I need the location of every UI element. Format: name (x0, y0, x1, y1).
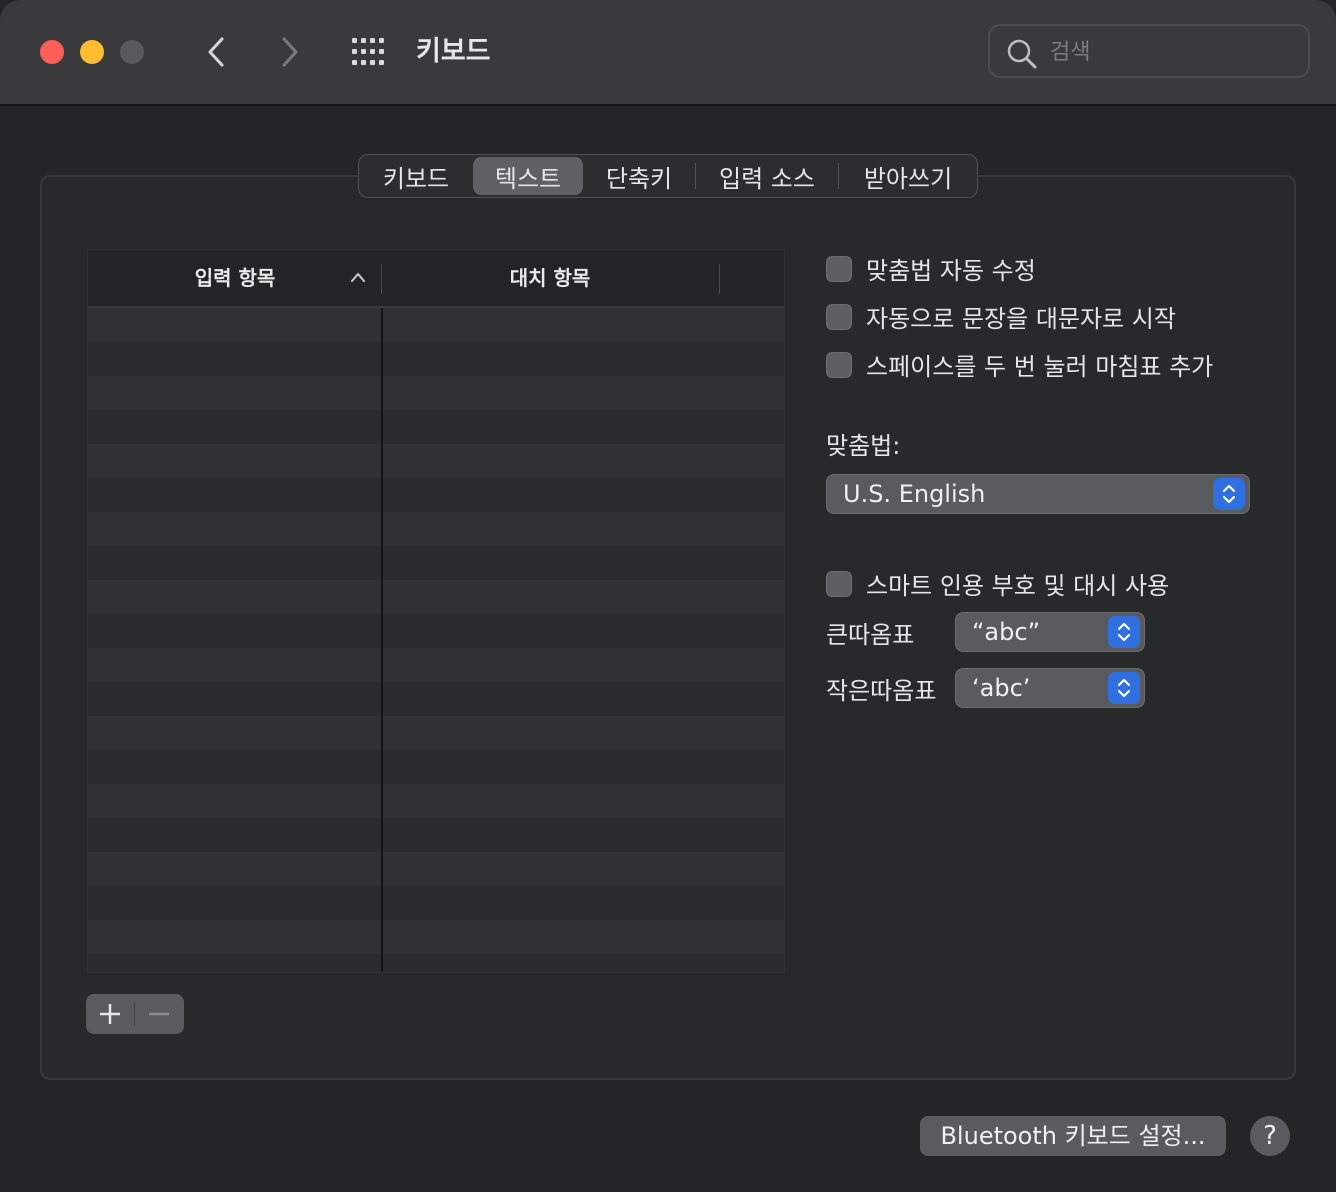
table-row[interactable] (88, 648, 784, 682)
minimize-button[interactable] (80, 40, 104, 64)
text-replacement-table[interactable]: 입력 항목 대치 항목 (87, 249, 785, 973)
table-row[interactable] (88, 750, 784, 784)
double-space-period-checkbox[interactable] (826, 351, 852, 378)
smart-quotes-option[interactable]: 스마트 인용 부호 및 대시 사용 (826, 566, 1169, 601)
table-row[interactable] (88, 920, 784, 954)
table-row[interactable] (88, 580, 784, 614)
help-button[interactable]: ? (1250, 1116, 1290, 1156)
minus-icon (149, 1012, 169, 1016)
column-divider[interactable] (719, 264, 720, 294)
single-quotes-value: ‘abc’ (972, 674, 1031, 702)
popup-stepper (1108, 616, 1140, 648)
table-row[interactable] (88, 444, 784, 478)
table-row[interactable] (88, 682, 784, 716)
spelling-label: 맞춤법: (826, 432, 901, 460)
chevron-right-icon (282, 37, 298, 67)
table-row[interactable] (88, 818, 784, 852)
table-row[interactable] (88, 954, 784, 972)
auto-capitalize-option[interactable]: 자동으로 문장을 대문자로 시작 (826, 299, 1176, 334)
preferences-window: 키보드 키보드 텍스트 단축키 입력 소스 받아쓰기 입력 항목 대치 항목 (0, 0, 1336, 1192)
table-row[interactable] (88, 716, 784, 750)
sort-ascending-icon (351, 273, 365, 282)
column-separator (381, 308, 383, 972)
table-row[interactable] (88, 614, 784, 648)
table-row[interactable] (88, 512, 784, 546)
search-icon (1007, 39, 1037, 69)
tab-shortcuts[interactable]: 단축키 (583, 157, 695, 195)
remove-button[interactable] (135, 994, 183, 1034)
table-row[interactable] (88, 546, 784, 580)
table-header: 입력 항목 대치 항목 (88, 250, 784, 308)
table-row[interactable] (88, 410, 784, 444)
search-field[interactable] (988, 24, 1310, 78)
table-row[interactable] (88, 886, 784, 920)
table-row[interactable] (88, 342, 784, 376)
table-row[interactable] (88, 784, 784, 818)
search-input[interactable] (1048, 34, 1292, 70)
popup-stepper (1213, 478, 1245, 510)
single-quotes-popup[interactable]: ‘abc’ (955, 668, 1145, 708)
add-remove-control (86, 994, 184, 1034)
table-body (88, 308, 784, 972)
double-space-period-label: 스페이스를 두 번 눌러 마침표 추가 (866, 353, 1214, 381)
column-header-with[interactable]: 대치 항목 (382, 250, 718, 306)
double-quotes-popup[interactable]: “abc” (955, 612, 1145, 652)
autocorrect-checkbox[interactable] (826, 255, 852, 282)
auto-capitalize-checkbox[interactable] (826, 303, 852, 330)
table-row[interactable] (88, 852, 784, 886)
popup-stepper (1108, 672, 1140, 704)
double-quotes-label: 큰따옴표 (826, 621, 915, 649)
back-button[interactable] (196, 32, 236, 72)
title-bar: 키보드 (0, 0, 1336, 106)
forward-button[interactable] (270, 32, 310, 72)
spelling-language-popup[interactable]: U.S. English (826, 474, 1250, 514)
double-space-period-option[interactable]: 스페이스를 두 번 눌러 마침표 추가 (826, 347, 1213, 382)
tab-bar: 키보드 텍스트 단축키 입력 소스 받아쓰기 (358, 154, 978, 198)
table-row[interactable] (88, 478, 784, 512)
spelling-language-value: U.S. English (843, 480, 986, 508)
table-row[interactable] (88, 376, 784, 410)
tab-keyboard[interactable]: 키보드 (359, 157, 473, 195)
plus-icon (100, 1004, 120, 1024)
chevron-up-down-icon (1222, 484, 1236, 504)
single-quotes-label: 작은따옴표 (826, 677, 937, 705)
window-title: 키보드 (416, 36, 491, 67)
autocorrect-option[interactable]: 맞춤법 자동 수정 (826, 251, 1036, 286)
smart-quotes-label: 스마트 인용 부호 및 대시 사용 (866, 572, 1170, 600)
close-button[interactable] (40, 40, 64, 64)
table-row[interactable] (88, 308, 784, 342)
column-header-replace[interactable]: 입력 항목 (88, 250, 382, 306)
show-all-grid-icon[interactable] (350, 38, 390, 66)
chevron-up-down-icon (1117, 622, 1131, 642)
auto-capitalize-label: 자동으로 문장을 대문자로 시작 (866, 305, 1176, 333)
tab-dictation[interactable]: 받아쓰기 (839, 157, 977, 195)
bluetooth-keyboard-setup-button[interactable]: Bluetooth 키보드 설정... (920, 1116, 1226, 1156)
autocorrect-label: 맞춤법 자동 수정 (866, 257, 1036, 285)
double-quotes-value: “abc” (972, 618, 1041, 646)
tab-text[interactable]: 텍스트 (473, 157, 583, 195)
add-button[interactable] (86, 994, 134, 1034)
chevron-up-down-icon (1117, 678, 1131, 698)
tab-input-sources[interactable]: 입력 소스 (696, 157, 838, 195)
smart-quotes-checkbox[interactable] (826, 570, 852, 597)
zoom-button[interactable] (120, 40, 144, 64)
chevron-left-icon (208, 37, 224, 67)
